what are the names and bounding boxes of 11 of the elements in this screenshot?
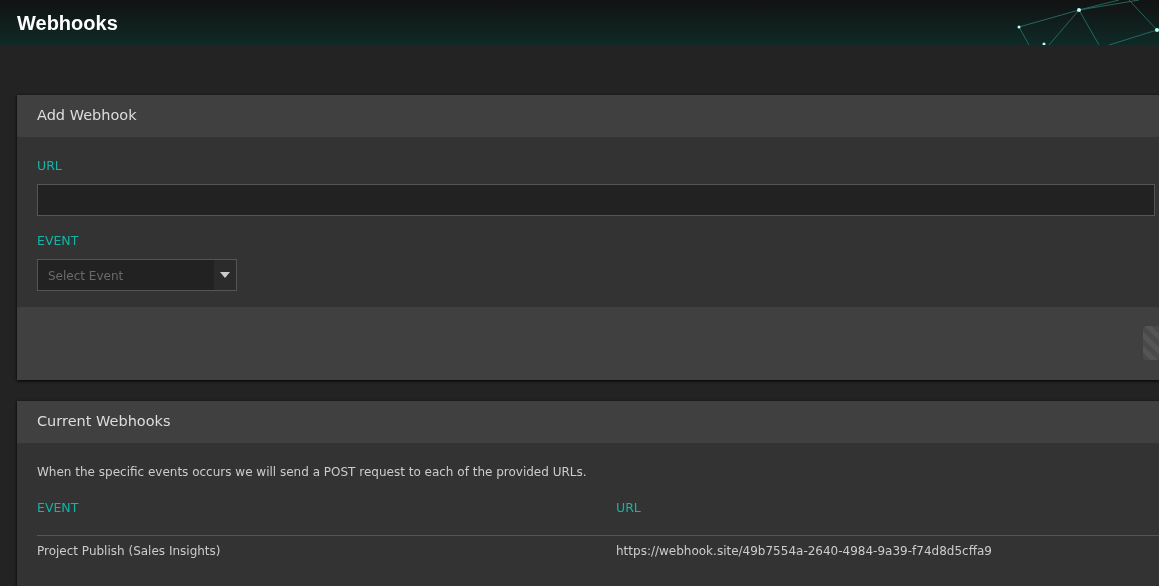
panel-title: Current Webhooks bbox=[37, 411, 171, 431]
field-label: EVENT bbox=[37, 231, 80, 250]
event-select[interactable]: Select Event bbox=[37, 258, 237, 291]
column-header: URL bbox=[616, 498, 642, 517]
description-text: When the specific events occurs we will send a POST request to each of the provided URLs. bbox=[37, 463, 588, 481]
table-cell: Project Publish (Sales Insights) bbox=[37, 544, 221, 559]
table-cell: https://webhook.site/49b7554a-2640-4984-9a39-f74d8d5cffa9 bbox=[616, 544, 992, 559]
field-label: URL bbox=[37, 157, 63, 175]
panel-title: Add Webhook bbox=[37, 106, 137, 126]
column-header: EVENT bbox=[37, 498, 80, 517]
page-title: Webhooks bbox=[17, 10, 118, 35]
